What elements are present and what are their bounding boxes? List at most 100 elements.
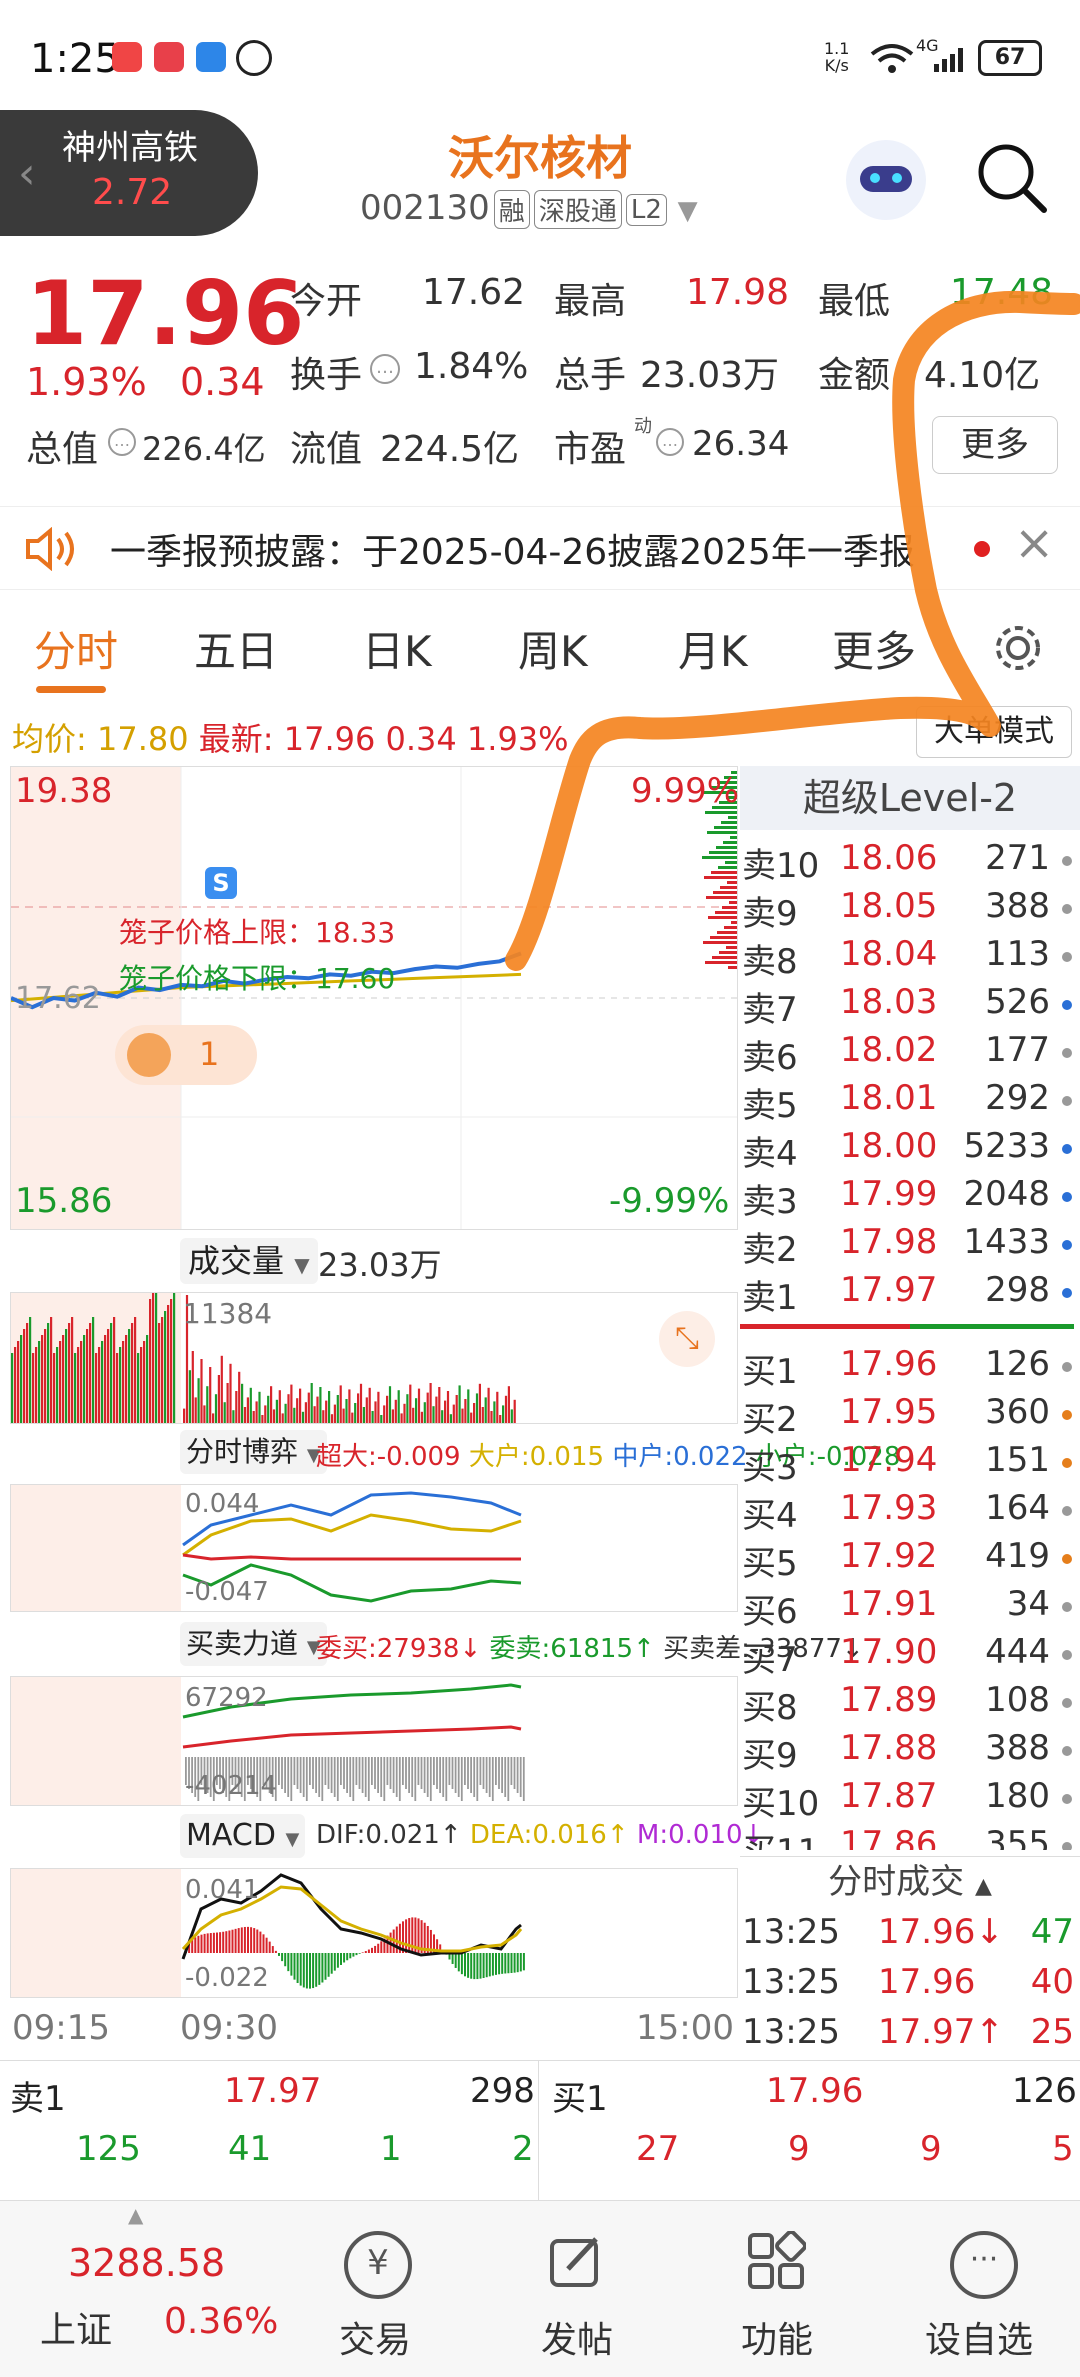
nav-trade[interactable]: ¥ 交易	[310, 2201, 440, 2377]
macd-bar	[284, 1953, 287, 1967]
force-bar	[349, 1757, 352, 1797]
force-selector[interactable]: 买卖力道 ▼	[180, 1622, 327, 1666]
order-book-row[interactable]: 卖7 18.03 526	[740, 978, 1080, 1030]
nav-add-watchlist[interactable]: ··· 设自选	[914, 2201, 1044, 2377]
volume-selector[interactable]: 成交量 ▼	[180, 1238, 318, 1284]
level-indicator-dot	[1062, 1794, 1072, 1804]
game-selector[interactable]: 分时博弈 ▼	[180, 1430, 327, 1474]
tab-daily-k[interactable]: 日K	[362, 618, 432, 679]
volume-bar	[62, 1335, 65, 1423]
expand-icon[interactable]: ⤡	[659, 1311, 715, 1367]
volume-bar	[287, 1394, 290, 1423]
level-volume: 360	[985, 1392, 1050, 1432]
search-icon[interactable]	[974, 140, 1050, 216]
order-book-row[interactable]: 卖3 17.99 2048	[740, 1170, 1080, 1222]
index-ticker[interactable]: ▲ 3288.58 上证 0.36%	[0, 2201, 278, 2377]
volume-bar	[188, 1370, 191, 1423]
volume-bar	[380, 1415, 383, 1423]
force-bar	[371, 1757, 373, 1785]
game-bottom: -0.047	[185, 1577, 269, 1607]
axis-high: 19.38	[15, 771, 113, 811]
force-chart[interactable]: 67292 -40214	[10, 1676, 738, 1806]
volume-bar	[258, 1391, 261, 1423]
low-value: 17.48	[950, 272, 1054, 313]
volume-bar	[394, 1399, 397, 1423]
order-book-row[interactable]: 买8 17.89 108	[740, 1676, 1080, 1728]
level-volume: 5233	[963, 1126, 1050, 1166]
more-button[interactable]: 更多	[932, 416, 1058, 474]
order-book-row[interactable]: 卖9 18.05 388	[740, 882, 1080, 934]
macd-bar	[495, 1953, 497, 1975]
volume-chart[interactable]: 11384 ⤡	[10, 1292, 738, 1424]
nav-post[interactable]: 发帖	[512, 2201, 642, 2377]
order-book-row[interactable]: 买1 17.96 126	[740, 1340, 1080, 1392]
order-book-row[interactable]: 买4 17.93 164	[740, 1484, 1080, 1536]
order-book-row[interactable]: 卖10 18.06 271	[740, 834, 1080, 886]
macd-bar	[501, 1953, 504, 1974]
info-icon[interactable]: …	[108, 428, 136, 456]
volume-bar	[270, 1386, 273, 1423]
strip-ask-label: 卖1	[10, 2079, 66, 2119]
level-indicator-dot	[1062, 1288, 1072, 1298]
game-chart[interactable]: 0.044 -0.047	[10, 1484, 738, 1612]
macd-bar	[302, 1953, 305, 1988]
volume-bar	[77, 1347, 80, 1423]
macd-selector[interactable]: MACD ▼	[180, 1814, 306, 1858]
level-price: 18.00	[840, 1126, 938, 1166]
macd-chart[interactable]: 0.041 -0.022	[10, 1868, 738, 1998]
order-book-row[interactable]: 卖4 18.00 5233	[740, 1122, 1080, 1174]
order-book-row[interactable]: 卖1 17.97 298	[740, 1266, 1080, 1318]
level-price: 18.06	[840, 838, 938, 878]
trades-title[interactable]: 分时成交 ▲	[740, 1856, 1080, 1907]
level-label: 卖10	[742, 846, 820, 886]
order-book-row[interactable]: 买3 17.94 151	[740, 1436, 1080, 1488]
intraday-chart[interactable]: 19.38 17.62 15.86 9.99% -9.99% S 笼子价格上限：…	[10, 766, 739, 1230]
volume-bar	[17, 1341, 20, 1423]
macd-bar	[340, 1953, 342, 1965]
order-book-row[interactable]: 买7 17.90 444	[740, 1628, 1080, 1680]
order-book-row[interactable]: 卖2 17.98 1433	[740, 1218, 1080, 1270]
tab-monthly-k[interactable]: 月K	[678, 618, 748, 679]
mascot-chip[interactable]: 1	[115, 1025, 257, 1085]
order-book-row[interactable]: 卖6 18.02 177	[740, 1026, 1080, 1078]
info-icon[interactable]: …	[656, 428, 684, 456]
s-badge-icon[interactable]: S	[205, 867, 237, 899]
level-indicator-dot	[1062, 856, 1072, 866]
order-book-row[interactable]: 买2 17.95 360	[740, 1388, 1080, 1440]
robot-assistant-icon[interactable]	[846, 140, 926, 220]
order-book-row[interactable]: 买5 17.92 419	[740, 1532, 1080, 1584]
stock-code-row[interactable]: 002130 融深股通 L2 ▼	[360, 188, 698, 229]
level-label: 买11	[742, 1824, 819, 1850]
force-bar	[346, 1757, 348, 1793]
info-icon[interactable]: …	[370, 354, 400, 384]
tab-weekly-k[interactable]: 周K	[518, 618, 588, 679]
level-indicator-dot	[1062, 904, 1072, 914]
settings-gear-icon[interactable]	[990, 620, 1046, 676]
notice-bar[interactable]: 一季报预披露：于2025-04-26披露2025年一季报 ×	[0, 506, 1080, 590]
order-book-row[interactable]: 买10 17.87 180	[740, 1772, 1080, 1824]
order-book-row[interactable]: 买11 17.86 355	[740, 1820, 1080, 1850]
level-indicator-dot	[1062, 1746, 1072, 1756]
nav-functions[interactable]: 功能	[712, 2201, 842, 2377]
level2-title[interactable]: 超级Level-2	[740, 766, 1080, 830]
close-icon[interactable]: ×	[1014, 515, 1054, 571]
force-bar	[442, 1757, 445, 1797]
macd-bar	[200, 1934, 203, 1953]
large-order-mode-button[interactable]: 大单模式	[916, 706, 1072, 758]
volume-bar	[104, 1335, 107, 1423]
volume-bar	[246, 1397, 249, 1423]
order-book-row[interactable]: 卖5 18.01 292	[740, 1074, 1080, 1126]
tab-more[interactable]: 更多	[832, 618, 916, 679]
tab-intraday[interactable]: 分时	[34, 618, 118, 679]
volume-bar	[461, 1408, 464, 1423]
volume-bar	[458, 1385, 461, 1423]
macd-bar	[491, 1953, 494, 1976]
order-book-row[interactable]: 买9 17.88 388	[740, 1724, 1080, 1776]
volume-bar	[351, 1412, 354, 1423]
order-book-row[interactable]: 卖8 18.04 113	[740, 930, 1080, 982]
order-book-row[interactable]: 买6 17.91 34	[740, 1580, 1080, 1632]
latest-label: 最新:	[198, 720, 274, 758]
app-notification-icon	[112, 42, 142, 72]
tab-five-day[interactable]: 五日	[194, 618, 278, 679]
macd-bar	[206, 1933, 209, 1953]
